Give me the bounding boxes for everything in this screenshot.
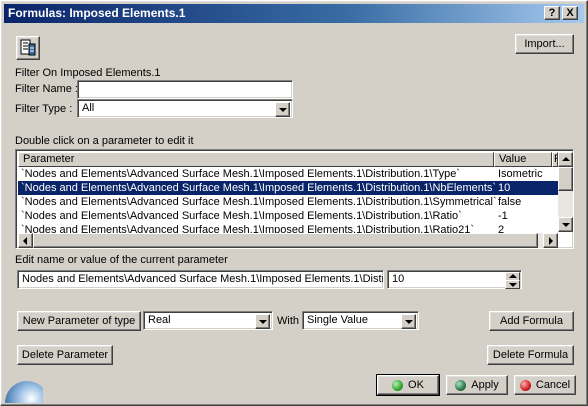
apply-label: Apply xyxy=(471,379,499,391)
cancel-label: Cancel xyxy=(535,379,571,391)
parameter-name: `Nodes and Elements\Advanced Surface Mes… xyxy=(21,168,461,180)
parameter-value: -1 xyxy=(498,210,508,222)
parameter-value: 10 xyxy=(498,182,511,194)
parameter-name: `Nodes and Elements\Advanced Surface Mes… xyxy=(21,182,497,194)
filter-name-input[interactable] xyxy=(77,80,293,99)
table-instruction: Double click on a parameter to edit it xyxy=(15,135,194,147)
table-row[interactable]: `Nodes and Elements\Advanced Surface Mes… xyxy=(18,209,558,223)
scroll-up-icon[interactable] xyxy=(558,152,573,167)
filter-type-value: All xyxy=(82,102,95,114)
delete-parameter-button[interactable]: Delete Parameter xyxy=(17,345,113,365)
edit-value: 10 xyxy=(392,273,405,285)
formulas-dialog: Formulas: Imposed Elements.1 ? X Import.… xyxy=(0,0,588,406)
ok-icon xyxy=(392,379,404,391)
window-title: Formulas: Imposed Elements.1 xyxy=(8,6,186,20)
value-kind-select[interactable]: Single Value xyxy=(302,311,419,330)
new-parameter-button[interactable]: New Parameter of type xyxy=(17,311,141,331)
vertical-scroll-thumb[interactable] xyxy=(558,167,573,191)
parameter-name: `Nodes and Elements\Advanced Surface Mes… xyxy=(21,196,497,208)
import-button[interactable]: Import... xyxy=(515,34,574,54)
catia-globe-icon xyxy=(5,381,43,403)
horizontal-scroll-thumb[interactable] xyxy=(33,233,538,248)
edit-name-value: Nodes and Elements\Advanced Surface Mesh… xyxy=(22,273,384,285)
formula-filter-glyph xyxy=(20,39,36,56)
edit-name-field[interactable]: Nodes and Elements\Advanced Surface Mesh… xyxy=(17,270,384,289)
parameter-type-select[interactable]: Real xyxy=(143,311,273,330)
filter-name-label: Filter Name : xyxy=(15,83,78,95)
table-row[interactable]: `Nodes and Elements\Advanced Surface Mes… xyxy=(18,195,558,209)
title-bar[interactable]: Formulas: Imposed Elements.1 ? X xyxy=(4,4,584,23)
chevron-down-icon[interactable] xyxy=(401,314,416,329)
filter-type-select[interactable]: All xyxy=(77,99,293,118)
parameter-value: false xyxy=(498,196,522,208)
column-header-value[interactable]: Value xyxy=(494,152,552,167)
cancel-icon xyxy=(519,379,531,391)
apply-icon xyxy=(455,379,467,391)
scroll-left-icon[interactable] xyxy=(18,233,33,248)
value-kind-value: Single Value xyxy=(307,314,368,326)
chevron-down-icon[interactable] xyxy=(275,102,290,117)
column-header-parameter[interactable]: Parameter xyxy=(18,152,494,167)
spin-down-icon[interactable] xyxy=(505,280,520,289)
ok-label: OK xyxy=(408,379,424,391)
filter-heading: Filter On Imposed Elements.1 xyxy=(15,67,161,79)
cancel-button[interactable]: Cancel xyxy=(514,375,576,395)
edit-value-spinner[interactable]: 10 xyxy=(387,270,522,289)
parameter-type-value: Real xyxy=(148,314,171,326)
scroll-down-icon[interactable] xyxy=(558,217,573,232)
table-row[interactable]: `Nodes and Elements\Advanced Surface Mes… xyxy=(18,167,558,181)
close-button[interactable]: X xyxy=(562,6,578,20)
with-label: With xyxy=(277,315,299,327)
delete-formula-button[interactable]: Delete Formula xyxy=(487,345,574,365)
parameter-value: Isometric xyxy=(498,168,543,180)
apply-button[interactable]: Apply xyxy=(446,375,508,395)
vertical-scrollbar[interactable] xyxy=(558,152,573,232)
table-row-selected[interactable]: `Nodes and Elements\Advanced Surface Mes… xyxy=(18,181,558,195)
add-formula-button[interactable]: Add Formula xyxy=(489,311,574,331)
parameter-table[interactable]: Parameter Value F `Nodes and Elements\Ad… xyxy=(15,149,574,249)
scroll-right-icon[interactable] xyxy=(543,233,558,248)
help-button[interactable]: ? xyxy=(544,6,560,20)
parameter-name: `Nodes and Elements\Advanced Surface Mes… xyxy=(21,210,462,222)
chevron-down-icon[interactable] xyxy=(255,314,270,329)
formula-filter-icon[interactable] xyxy=(16,36,40,60)
horizontal-scrollbar[interactable] xyxy=(18,233,558,248)
filter-type-label: Filter Type : xyxy=(15,103,73,115)
ok-button[interactable]: OK xyxy=(376,374,440,396)
edit-label: Edit name or value of the current parame… xyxy=(15,254,228,266)
